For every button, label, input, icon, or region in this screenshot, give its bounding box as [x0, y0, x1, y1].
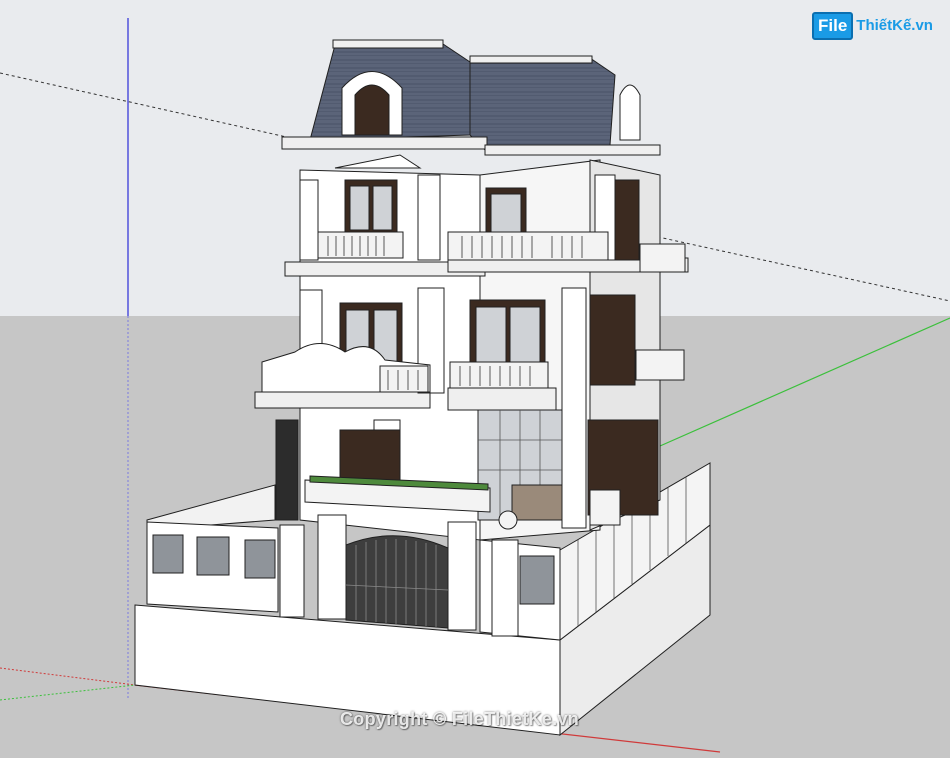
copyright-watermark: Copyright © FileThietKe.vn	[340, 709, 580, 729]
mansard-roof-right	[469, 57, 616, 151]
roof-crown	[469, 55, 593, 64]
gate-pillar	[279, 524, 305, 618]
gate-pillar	[491, 539, 519, 637]
window-side	[614, 179, 640, 261]
pillar-finial	[498, 510, 518, 530]
column	[561, 287, 587, 529]
window-glass	[509, 306, 541, 363]
logo-brand-text: ThiếtKế.vn	[856, 17, 933, 34]
balcony-railing	[317, 231, 404, 259]
window-glass	[475, 306, 507, 363]
dormer-window	[354, 84, 390, 136]
logo-file-text: File	[812, 12, 854, 40]
window-side	[589, 294, 636, 386]
fence-panel	[244, 539, 276, 579]
fence-panel	[196, 536, 230, 576]
window-glass	[490, 193, 522, 235]
fence-panel	[519, 555, 555, 605]
main-gate	[345, 535, 449, 629]
cornice-top	[281, 136, 488, 150]
balcony-side	[639, 243, 686, 273]
roof-crown	[332, 39, 444, 49]
filethietke-logo-icon: File ThiếtKế.vn	[812, 12, 933, 40]
interior	[511, 484, 563, 521]
balcony-slab	[447, 387, 557, 411]
fence-panel	[152, 534, 184, 574]
balcony-railing	[379, 365, 429, 393]
pilaster	[417, 174, 441, 261]
wing-wall	[589, 489, 621, 526]
cornice-top	[484, 144, 661, 156]
balcony-railing	[449, 361, 549, 389]
column-dark	[275, 419, 299, 521]
gate-pillar	[447, 521, 477, 631]
door	[339, 429, 401, 481]
window-glass	[372, 185, 393, 231]
window-glass	[349, 185, 370, 231]
gate-pillar	[317, 514, 347, 620]
cornice-floor	[254, 391, 431, 409]
balcony-side	[635, 349, 685, 381]
dormer-side	[619, 84, 641, 141]
pilaster	[299, 179, 319, 261]
3d-model-canvas[interactable]	[0, 0, 950, 758]
sketchup-viewport[interactable]: File ThiếtKế.vn Copyright © FileThietKe.…	[0, 0, 950, 758]
